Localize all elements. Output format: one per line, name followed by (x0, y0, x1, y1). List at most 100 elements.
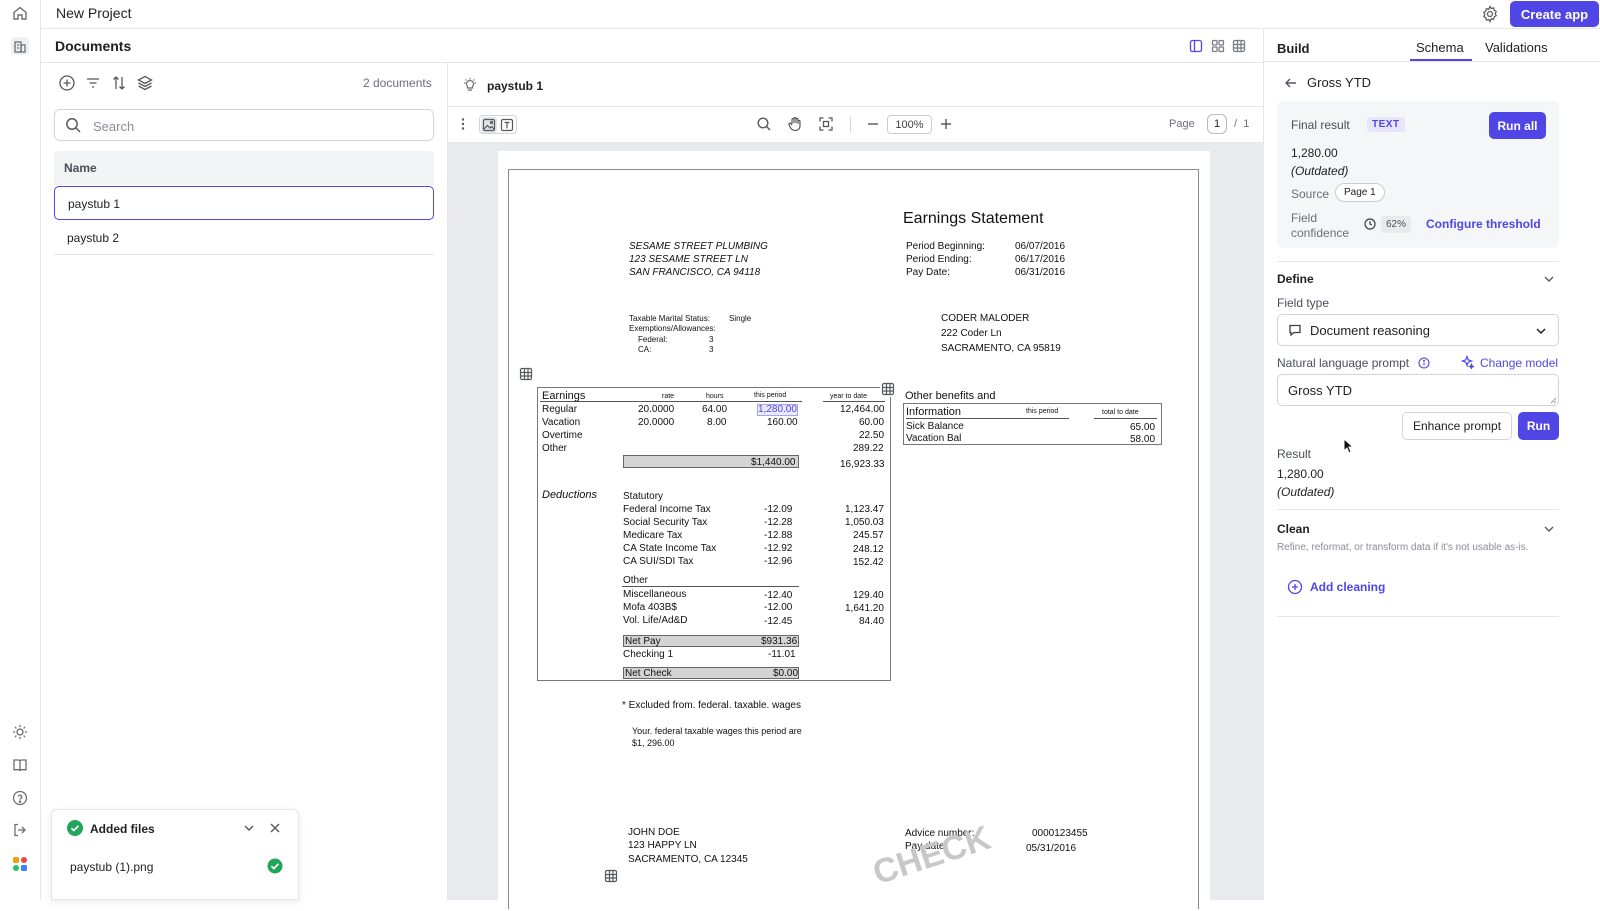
clean-title: Clean (1277, 522, 1310, 536)
document-name: paystub 2 (67, 231, 120, 245)
benefit-value: 65.00 (1130, 422, 1156, 433)
name-column-header[interactable]: Name (54, 151, 434, 185)
paystub-document: Earnings Statement SESAME STREET PLUMBIN… (508, 169, 1199, 909)
add-cleaning-link[interactable]: Add cleaning (1310, 580, 1385, 594)
grid-view-icon[interactable] (1211, 39, 1225, 53)
earning-hours: 64.00 (702, 404, 728, 415)
gear-icon[interactable] (1481, 5, 1499, 23)
search-input[interactable]: Search (54, 109, 434, 141)
run-button[interactable]: Run (1518, 412, 1559, 440)
mouse-cursor-icon (1343, 438, 1355, 454)
home-icon[interactable] (11, 4, 29, 22)
checking-label: Checking 1 (623, 649, 674, 660)
close-icon[interactable] (268, 821, 282, 835)
page-number-input[interactable]: 1 (1207, 114, 1227, 134)
section-divider (1277, 616, 1559, 617)
enhance-prompt-button[interactable]: Enhance prompt (1402, 412, 1512, 440)
field-type-select[interactable]: Document reasoning (1277, 314, 1559, 346)
change-model-link[interactable]: Change model (1480, 356, 1558, 370)
chevron-down-icon[interactable] (242, 821, 256, 835)
benefits-title: Other benefits and (905, 390, 996, 402)
deductions-title: Deductions (542, 489, 598, 501)
section-divider (1277, 509, 1559, 510)
logout-icon[interactable] (11, 821, 29, 839)
company-city: SAN FRANCISCO, CA 94118 (629, 267, 761, 278)
sparkle-icon[interactable] (1460, 355, 1474, 369)
split-view-icon[interactable] (1189, 39, 1203, 53)
employee-city: SACRAMENTO, CA 95819 (941, 343, 1061, 354)
prompt-textarea[interactable]: Gross YTD (1277, 374, 1559, 406)
deduction-ytd: 1,641.20 (845, 603, 884, 614)
source-page-chip[interactable]: Page 1 (1335, 183, 1385, 202)
document-row-paystub-2[interactable]: paystub 2 (54, 221, 434, 255)
info-icon[interactable] (1418, 357, 1430, 369)
pan-hand-icon[interactable] (787, 116, 803, 132)
deduction-label: Medicare Tax (623, 530, 683, 541)
tab-schema[interactable]: Schema (1416, 40, 1464, 55)
document-row-paystub-1[interactable]: paystub 1 (54, 186, 434, 220)
more-vertical-icon[interactable] (455, 116, 471, 132)
deduction-label: Federal Income Tax (623, 504, 711, 515)
add-circle-icon[interactable] (1287, 579, 1303, 595)
section-divider (1277, 261, 1559, 262)
sun-icon[interactable] (11, 723, 29, 741)
deduction-period: -12.40 (764, 590, 793, 601)
filter-icon[interactable] (84, 74, 102, 92)
layers-icon[interactable] (136, 74, 154, 92)
earning-label: Other (542, 443, 568, 454)
table-icon[interactable] (880, 381, 896, 397)
deduction-ytd: 129.40 (853, 590, 884, 601)
sort-icon[interactable] (110, 74, 128, 92)
result-label: Result (1277, 447, 1312, 461)
deduction-ytd: 1,050.03 (845, 517, 884, 528)
zoom-level-field[interactable]: 100% (887, 115, 932, 134)
zoom-out-icon[interactable] (865, 116, 881, 132)
apps-logo-icon[interactable] (11, 855, 29, 873)
zoom-in-icon[interactable] (938, 116, 954, 132)
earning-period: 160.00 (767, 417, 798, 428)
fit-screen-icon[interactable] (818, 116, 834, 132)
zoom-search-icon[interactable] (756, 116, 772, 132)
clean-description: Refine, reformat, or transform data if i… (1277, 542, 1529, 553)
message-icon (1288, 323, 1302, 337)
earning-label: Regular (542, 404, 578, 415)
advice-number-value: 0000123455 (1032, 828, 1088, 839)
net-pay-value: $931.36 (761, 636, 798, 647)
earning-ytd: 60.00 (859, 417, 885, 428)
configure-threshold-link[interactable]: Configure threshold (1426, 217, 1541, 231)
federal-label: Federal: (638, 335, 668, 344)
chevron-down-icon[interactable] (1542, 522, 1556, 536)
resize-handle-icon[interactable] (1549, 396, 1557, 404)
check-pay-date-value: 05/31/2016 (1026, 843, 1077, 854)
deduction-ytd: 152.42 (853, 557, 884, 568)
help-icon[interactable] (11, 789, 29, 807)
back-arrow-icon[interactable] (1283, 75, 1299, 91)
benefits-table: Information this period total to date Si… (903, 403, 1162, 445)
deduction-period: -12.92 (764, 543, 793, 554)
earning-label: Overtime (542, 430, 583, 441)
building-icon[interactable] (11, 37, 29, 55)
confidence-label-2: confidence (1291, 226, 1350, 240)
tab-validations[interactable]: Validations (1485, 40, 1548, 55)
book-icon[interactable] (11, 756, 29, 774)
deduction-label: Social Security Tax (623, 517, 708, 528)
employee-address: 222 Coder Ln (941, 328, 1002, 339)
table-view-icon[interactable] (1232, 39, 1246, 53)
run-all-button[interactable]: Run all (1489, 112, 1546, 139)
benefits-subtitle: Information (906, 406, 962, 418)
chevron-down-icon[interactable] (1542, 272, 1556, 286)
confidence-label-1: Field (1291, 211, 1318, 225)
result-value: 1,280.00 (1277, 467, 1324, 481)
add-circle-icon[interactable] (58, 74, 76, 92)
create-app-button[interactable]: Create app (1510, 1, 1599, 27)
final-result-label: Final result (1291, 118, 1350, 132)
highlighted-earning-period[interactable]: 1,280.00 (757, 404, 798, 416)
image-mode-icon[interactable] (481, 117, 497, 133)
period-beginning-label: Period Beginning: (906, 241, 985, 252)
table-icon[interactable] (518, 366, 534, 382)
project-title: New Project (56, 5, 132, 21)
text-mode-icon[interactable] (499, 117, 515, 133)
gross-total: $1,440.00 (751, 457, 796, 468)
table-icon[interactable] (603, 868, 619, 884)
rate-header: rate (662, 393, 675, 400)
